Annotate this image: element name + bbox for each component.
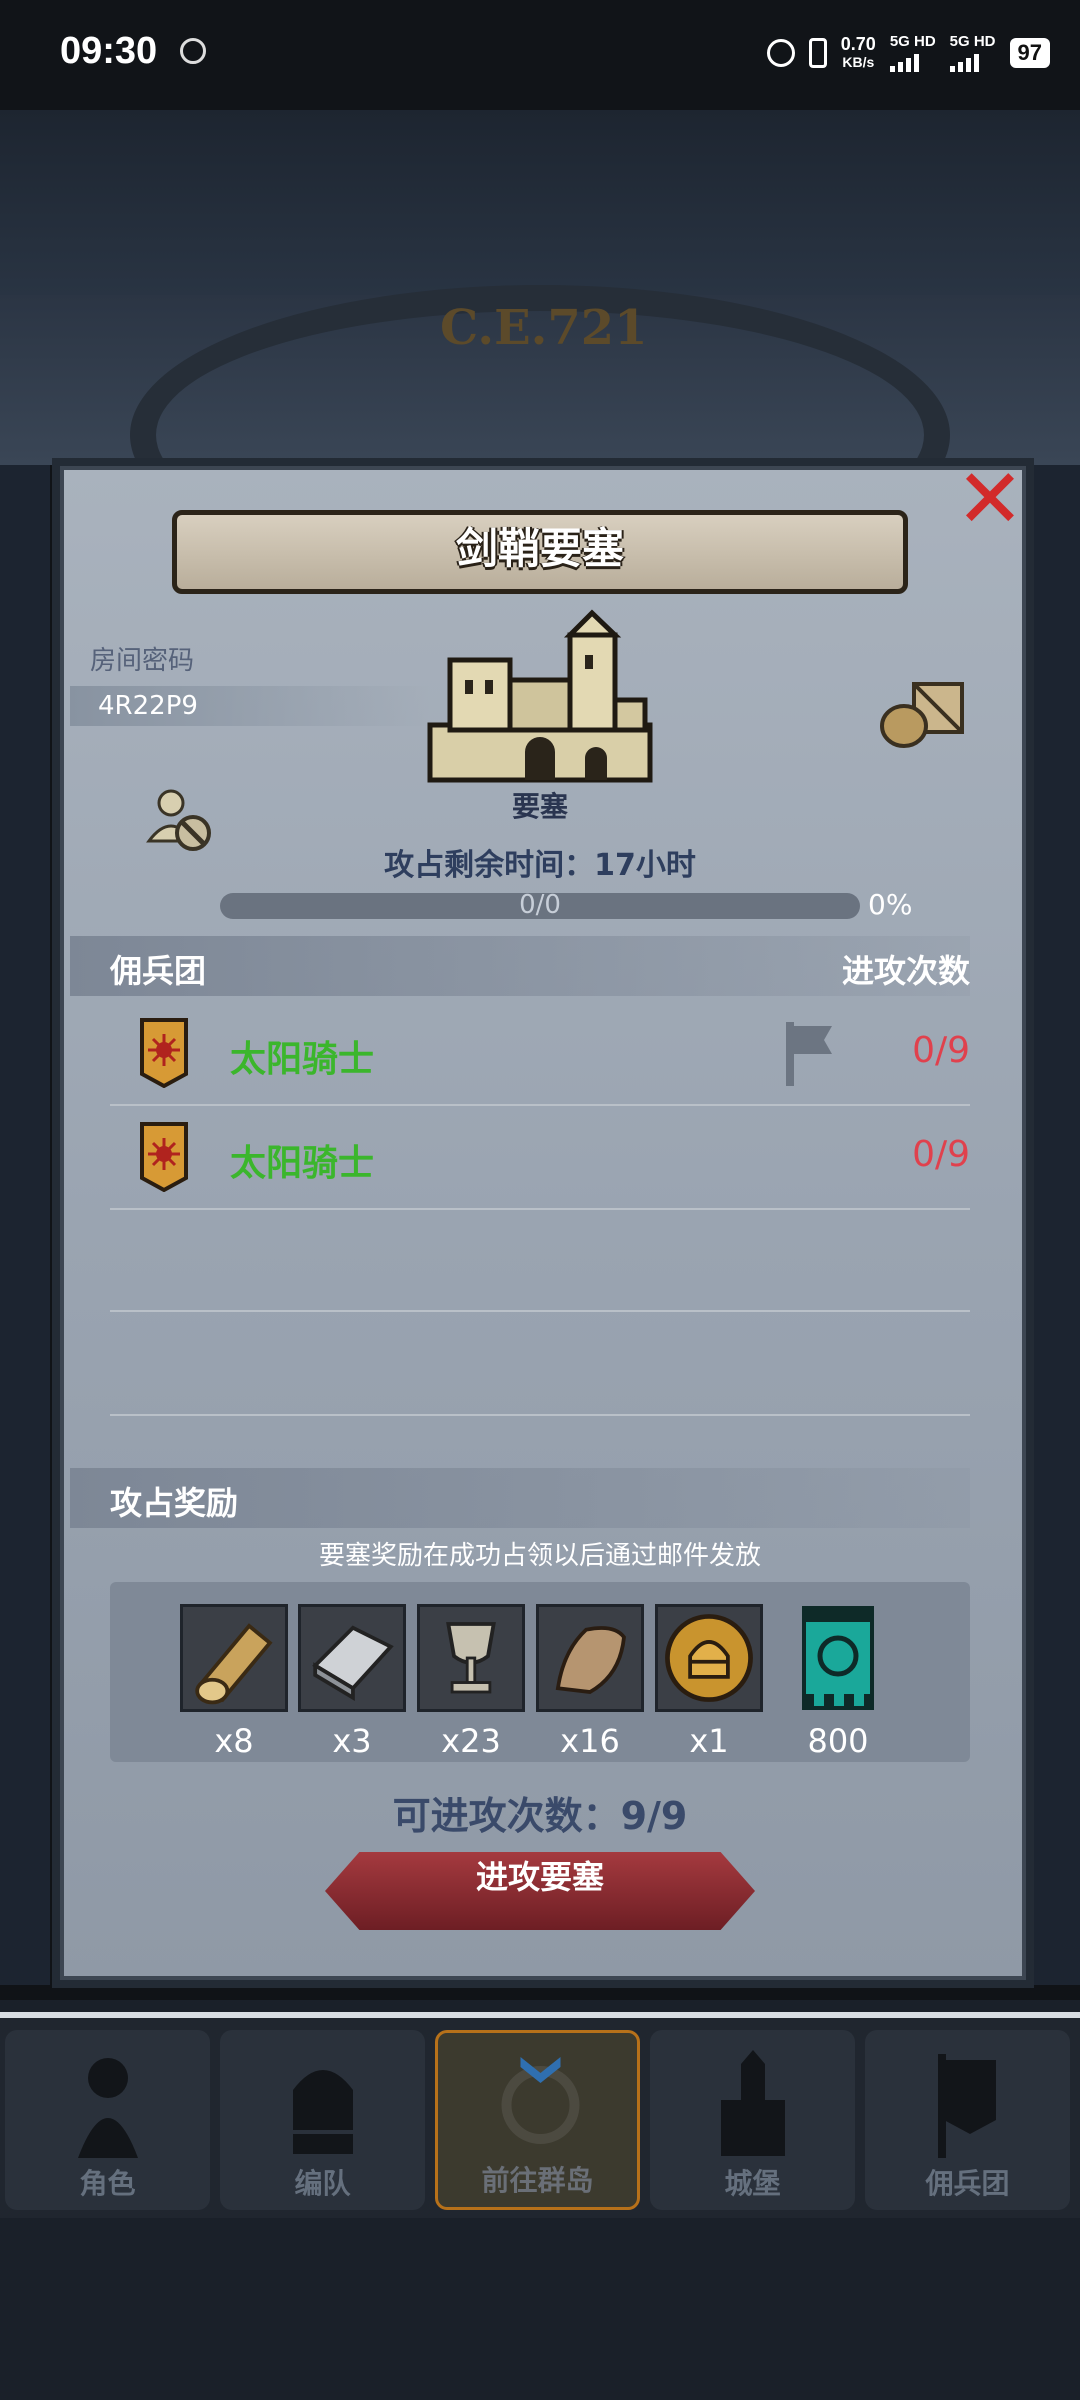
nav-label-mercenary: 佣兵团 (925, 2167, 1010, 2200)
empty-row-divider (110, 1414, 970, 1416)
signal-1: 5G HD (889, 33, 936, 72)
nav-item-character[interactable]: 角色 (5, 2030, 210, 2210)
sun-banner-icon (140, 1018, 188, 1088)
time-remaining: 攻占剩余时间：17小时 (384, 848, 696, 883)
available-attempts: 可进攻次数：9/9 (392, 1794, 688, 1838)
nav-label-archipelago: 前往群岛 (481, 2164, 594, 2197)
status-icons: 0.70 KB/s 5G HD 5G HD 97 (766, 33, 1050, 72)
castle-icon (721, 2050, 785, 2156)
room-password-label: 房间密码 (90, 646, 195, 676)
loot-bag-crate-icon[interactable] (878, 670, 968, 750)
reward-quantity: x23 (441, 1722, 501, 1760)
attack-count-header: 进攻次数 (841, 952, 970, 990)
check-circle-icon (180, 38, 206, 64)
close-button[interactable]: ✕ (955, 459, 1025, 541)
mercenary-header: 佣兵团 (110, 952, 207, 990)
signal-bars-icon (889, 50, 936, 72)
reward-quantity: x16 (560, 1722, 620, 1760)
reward-item[interactable]: x3 (298, 1604, 406, 1760)
compass-icon (501, 2057, 580, 2144)
left-side-background (0, 465, 50, 1985)
signal-bars-icon (949, 50, 996, 72)
reward-quantity: 800 (807, 1722, 869, 1760)
reward-quantity: x8 (214, 1722, 254, 1760)
nav-item-archipelago[interactable]: 前往群岛 (435, 2030, 640, 2210)
right-side-background (1030, 465, 1080, 1985)
flag-icon (786, 1022, 832, 1086)
mercenary-name: 太阳骑士 (230, 1039, 375, 1080)
reward-item[interactable]: x23 (417, 1604, 525, 1760)
battery-icon: 97 (1009, 38, 1050, 68)
mercenary-attack-count: 0/9 (912, 1030, 970, 1071)
capture-progress-text: 0/0 (519, 890, 561, 920)
network-speed: 0.70 KB/s (841, 35, 876, 71)
reward-header: 攻占奖励 (110, 1484, 239, 1522)
speed-value: 0.70 (840, 34, 876, 54)
mercenary-attack-count: 0/9 (912, 1134, 970, 1175)
user-ban-icon[interactable] (145, 785, 215, 855)
nav-item-mercenary[interactable]: 佣兵团 (865, 2030, 1070, 2210)
signal-2: 5G HD (949, 33, 996, 72)
network-type-2: 5G HD (949, 33, 996, 50)
reward-item[interactable]: x16 (536, 1604, 644, 1760)
guild-banner-icon (802, 1606, 874, 1710)
mercenary-banner-icon (938, 2054, 996, 2158)
vibrate-icon (808, 38, 827, 68)
status-bar: 09:30 0.70 KB/s 5G HD 5G HD 97 (0, 0, 1080, 110)
mercenary-row[interactable]: 太阳骑士 0/9 (110, 1000, 970, 1106)
fortress-type-label: 要塞 (511, 790, 568, 823)
alarm-icon (766, 39, 795, 67)
character-icon (78, 2058, 138, 2158)
nav-label-character: 角色 (79, 2167, 136, 2200)
top-background (0, 110, 1080, 295)
capture-progress-percent: 0% (868, 888, 913, 921)
network-type-1: 5G HD (889, 33, 936, 50)
reward-quantity: x1 (689, 1722, 729, 1760)
speed-unit: KB/s (842, 54, 875, 70)
nav-item-castle[interactable]: 城堡 (650, 2030, 855, 2210)
room-password-value[interactable]: 4R22P9 (70, 686, 430, 726)
era-label: C.E.721 (440, 300, 648, 356)
knight-helmet-coin-icon (655, 1604, 763, 1712)
nav-label-castle: 城堡 (724, 2167, 781, 2200)
reward-note: 要塞奖励在成功占领以后通过邮件发放 (318, 1541, 761, 1571)
mercenary-name: 太阳骑士 (230, 1143, 375, 1184)
status-time: 09:30 (60, 30, 158, 72)
wood-log-icon (180, 1604, 288, 1712)
dialog-title: 剑鞘要塞 (172, 510, 908, 594)
formation-helmet-icon (293, 2070, 353, 2154)
empty-row-divider (110, 1310, 970, 1312)
reward-item[interactable]: x1 (655, 1604, 763, 1760)
sun-banner-icon (140, 1122, 188, 1192)
reward-item[interactable]: x8 (180, 1604, 288, 1760)
reward-quantity: x3 (332, 1722, 372, 1760)
mercenary-row[interactable]: 太阳骑士 0/9 (110, 1104, 970, 1210)
nav-label-formation: 编队 (294, 2167, 351, 2200)
fur-pelt-icon (536, 1604, 644, 1712)
reward-item[interactable]: 800 (784, 1604, 892, 1760)
attack-fortress-button[interactable]: 进攻要塞 (325, 1852, 755, 1930)
nav-item-formation[interactable]: 编队 (220, 2030, 425, 2210)
goblet-icon (417, 1604, 525, 1712)
iron-ingot-icon (298, 1604, 406, 1712)
fortress-icon (427, 609, 653, 783)
